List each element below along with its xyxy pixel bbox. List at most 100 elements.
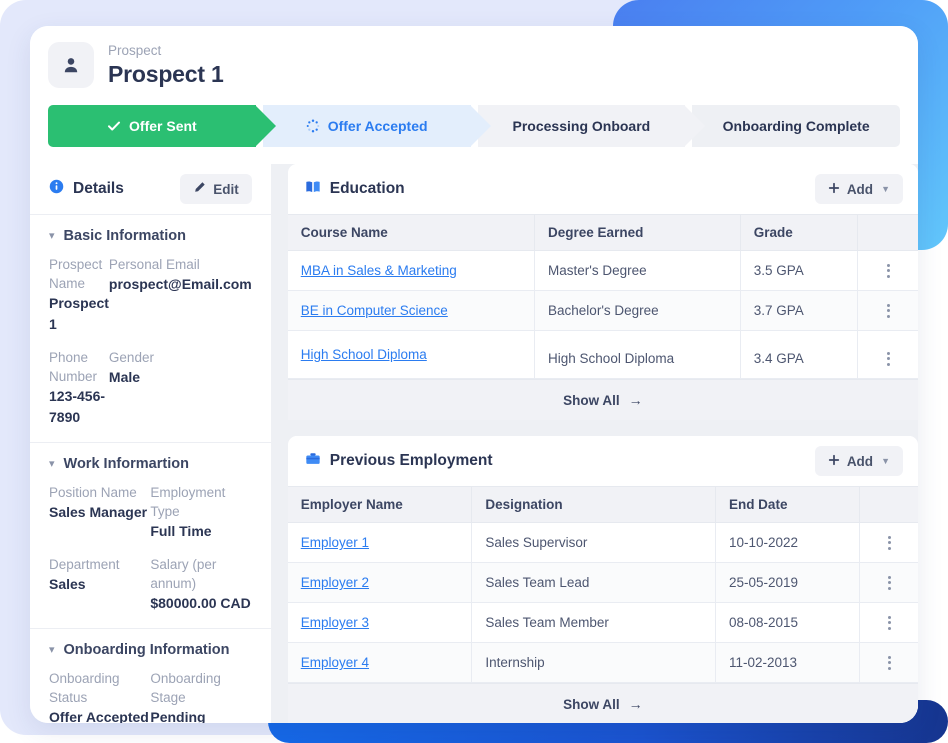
section-header[interactable]: ▾ Work Informartion [49, 456, 252, 472]
cell-employer-name: Employer 2 [287, 562, 473, 603]
field-department: Department Sales [49, 555, 150, 614]
section-title: Onboarding Information [63, 642, 230, 658]
section-onboarding-information: ▾ Onboarding Information Onboarding Stat… [30, 629, 271, 723]
field-value: Pending [150, 709, 206, 723]
edit-button[interactable]: Edit [180, 174, 252, 204]
education-show-all-button[interactable]: Show All → [287, 379, 918, 420]
field-onboarding-stage: Onboarding Stage Pending [150, 669, 251, 723]
table-row: BE in Computer Science Bachelor's Degree… [287, 290, 918, 331]
page-title: Prospect 1 [108, 61, 224, 87]
field-value: prospect@Email.com [108, 276, 252, 292]
education-add-button[interactable]: Add ▼ [814, 174, 903, 204]
employment-show-all-button[interactable]: Show All → [287, 683, 918, 723]
table-row: Employer 4 Internship 11-02-2013 [287, 642, 918, 683]
field-position-name: Position Name Sales Manager [49, 483, 150, 542]
field-grid: Onboarding Status Offer Accepted Onboard… [49, 669, 252, 723]
row-menu-icon[interactable] [871, 351, 905, 366]
field-grid: Prospect Name Prospect 1 Personal Email … [49, 255, 252, 428]
cell-course-name: MBA in Sales & Marketing [287, 250, 536, 291]
section-work-information: ▾ Work Informartion Position Name Sales … [30, 443, 271, 629]
body-split: Details Edit ▾ Basic Information Prospec… [30, 164, 918, 723]
cell-grade: 3.7 GPA [740, 290, 859, 331]
course-link[interactable]: BE in Computer Science [301, 303, 448, 318]
field-value: Male [108, 369, 141, 385]
education-title: Education [329, 180, 405, 197]
row-menu-icon[interactable] [873, 655, 905, 670]
details-panel: Details Edit ▾ Basic Information Prospec… [30, 164, 271, 723]
row-menu-icon[interactable] [871, 303, 905, 318]
field-label: Position Name [49, 485, 137, 500]
cell-degree-earned: Bachelor's Degree [534, 290, 741, 331]
table-row: Employer 2 Sales Team Lead 25-05-2019 [287, 562, 918, 603]
cell-degree-earned: High School Diploma [534, 330, 741, 379]
add-label: Add [846, 453, 874, 469]
field-personal-email: Personal Email prospect@Email.com [109, 255, 252, 335]
cell-end-date: 11-02-2013 [715, 642, 861, 683]
table-header-row: Course Name Degree Earned Grade [287, 214, 918, 251]
section-title: Basic Information [63, 228, 186, 244]
step-offer-accepted[interactable]: Offer Accepted [262, 105, 491, 147]
course-link[interactable]: MBA in Sales & Marketing [301, 263, 457, 278]
breadcrumb: Prospect [108, 43, 162, 58]
course-link[interactable]: High School Diploma [301, 347, 427, 362]
details-header: Details Edit [30, 164, 271, 215]
cell-designation: Sales Team Lead [471, 562, 716, 603]
cell-end-date: 10-10-2022 [715, 522, 861, 563]
field-value: $80000.00 CAD [150, 595, 251, 611]
edit-label: Edit [213, 181, 239, 197]
step-offer-sent[interactable]: Offer Sent [48, 105, 276, 147]
education-card: Education Add ▼ Course Name Degree Earne… [287, 164, 918, 420]
main-card: Prospect Prospect 1 Offer Sent Offer Acc… [30, 26, 918, 723]
chevron-down-icon: ▼ [881, 184, 890, 194]
field-employment-type: Employment Type Full Time [150, 483, 251, 542]
step-processing-onboard[interactable]: Processing Onboard [477, 105, 705, 147]
section-header[interactable]: ▾ Onboarding Information [49, 642, 252, 658]
cell-end-date: 25-05-2019 [715, 562, 861, 603]
employment-add-button[interactable]: Add ▼ [814, 446, 903, 476]
field-label: Gender [108, 350, 154, 365]
chevron-down-icon: ▾ [49, 229, 55, 242]
row-menu-icon[interactable] [871, 263, 905, 278]
field-value: Offer Accepted [49, 709, 149, 723]
chevron-down-icon: ▾ [49, 643, 55, 656]
row-menu-icon[interactable] [873, 575, 905, 590]
field-label: Personal Email [108, 257, 200, 272]
step-onboarding-complete[interactable]: Onboarding Complete [692, 105, 900, 147]
field-salary: Salary (per annum) $80000.00 CAD [150, 555, 251, 614]
cell-designation: Sales Team Member [471, 602, 716, 643]
right-column: Education Add ▼ Course Name Degree Earne… [270, 164, 918, 723]
employer-link[interactable]: Employer 3 [301, 615, 369, 630]
arrow-right-icon: → [628, 696, 643, 712]
employment-title: Previous Employment [329, 452, 493, 469]
employer-link[interactable]: Employer 2 [301, 575, 369, 590]
field-value: Sales Manager [49, 504, 148, 520]
chevron-down-icon: ▾ [49, 457, 55, 470]
employment-header-left: Previous Employment [305, 451, 493, 472]
column-header-actions [859, 486, 918, 523]
column-header-actions [857, 214, 918, 251]
table-row: Employer 1 Sales Supervisor 10-10-2022 [287, 522, 918, 563]
spinner-dots-icon [306, 119, 320, 133]
cell-degree-earned: Master's Degree [534, 250, 741, 291]
employer-link[interactable]: Employer 4 [301, 655, 369, 670]
column-header-designation: Designation [471, 486, 716, 523]
header-text: Prospect Prospect 1 [108, 42, 224, 88]
cell-actions [859, 522, 918, 563]
plus-icon [828, 182, 840, 197]
step-label: Offer Sent [129, 118, 197, 134]
details-header-left: Details [49, 179, 124, 199]
field-label: Onboarding Stage [150, 671, 221, 705]
cell-actions [859, 562, 918, 603]
field-label: Employment Type [150, 485, 226, 519]
cell-employer-name: Employer 4 [287, 642, 473, 683]
row-menu-icon[interactable] [873, 615, 905, 630]
field-value: 123-456-7890 [49, 388, 106, 425]
step-label: Offer Accepted [327, 118, 428, 134]
column-header-degree-earned: Degree Earned [534, 214, 741, 251]
cell-end-date: 08-08-2015 [715, 602, 861, 643]
row-menu-icon[interactable] [873, 535, 905, 550]
cell-actions [859, 642, 918, 683]
employer-link[interactable]: Employer 1 [301, 535, 369, 550]
section-header[interactable]: ▾ Basic Information [49, 228, 252, 244]
field-prospect-name: Prospect Name Prospect 1 [49, 255, 109, 335]
